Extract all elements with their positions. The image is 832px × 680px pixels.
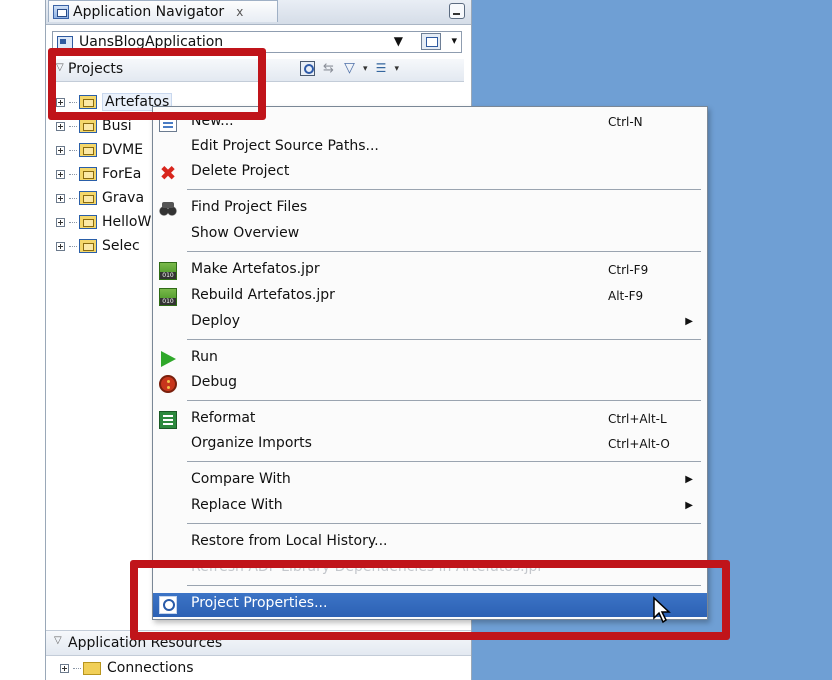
application-icon — [57, 35, 73, 49]
project-label: Selec — [102, 238, 140, 254]
expand-icon[interactable] — [60, 663, 69, 673]
menu-item-make[interactable]: Make Artefatos.jpr Ctrl-F9 — [153, 259, 707, 283]
application-menu-button[interactable] — [421, 33, 441, 50]
expand-icon[interactable] — [56, 241, 65, 251]
expand-icon[interactable] — [56, 169, 65, 179]
panel-titlebar: Application Navigator x — [46, 0, 471, 25]
submenu-arrow-icon: ▶ — [685, 500, 693, 511]
project-label: HelloW — [102, 214, 152, 230]
tab-close-icon[interactable]: x — [236, 5, 243, 19]
highlight-box-projects — [48, 48, 266, 120]
project-folder-icon — [79, 215, 97, 229]
filter-dropdown-icon[interactable]: ▾ — [363, 64, 368, 74]
expand-icon[interactable] — [56, 193, 65, 203]
menu-separator — [187, 251, 701, 252]
menu-item-compare-with[interactable]: Compare With ▶ — [153, 469, 707, 493]
menu-separator — [187, 339, 701, 340]
menu-item-reformat[interactable]: Reformat Ctrl+Alt-L — [153, 408, 707, 432]
menu-item-restore-local-history[interactable]: Restore from Local History... — [153, 531, 707, 555]
menu-item-replace-with[interactable]: Replace With ▶ — [153, 495, 707, 519]
menu-separator — [187, 461, 701, 462]
project-folder-icon — [79, 191, 97, 205]
find-icon[interactable] — [300, 61, 315, 76]
binoculars-icon — [159, 200, 177, 218]
sort-dropdown-icon[interactable]: ▾ — [395, 64, 400, 74]
reformat-icon — [159, 411, 177, 429]
connections-label: Connections — [107, 660, 194, 676]
debug-icon — [159, 375, 177, 393]
project-folder-icon — [79, 167, 97, 181]
application-navigator-tab[interactable]: Application Navigator x — [48, 0, 278, 22]
menu-separator — [187, 189, 701, 190]
minimize-button[interactable] — [449, 3, 465, 19]
run-icon — [159, 350, 177, 368]
application-icon — [53, 4, 69, 19]
menu-item-edit-source-paths[interactable]: Edit Project Source Paths... — [153, 136, 707, 160]
tree-item-connections[interactable]: Connections — [60, 660, 194, 676]
sort-icon[interactable]: ☰ — [374, 61, 389, 76]
filter-icon[interactable]: ▽ — [342, 61, 357, 76]
menu-separator — [187, 400, 701, 401]
menu-separator — [187, 523, 701, 524]
project-folder-icon — [79, 239, 97, 253]
menu-item-show-overview[interactable]: Show Overview — [153, 223, 707, 247]
menu-item-organize-imports[interactable]: Organize Imports Ctrl+Alt-O — [153, 433, 707, 457]
make-icon — [159, 262, 177, 280]
submenu-arrow-icon: ▶ — [685, 316, 693, 327]
project-label: ForEa — [102, 166, 142, 182]
sync-icon[interactable]: ⇆ — [321, 61, 336, 76]
project-label: DVME — [102, 142, 144, 158]
project-folder-icon — [79, 143, 97, 157]
highlight-box-project-properties — [130, 560, 730, 640]
expand-icon[interactable] — [56, 145, 65, 155]
dropdown-arrow-icon[interactable]: ▼ — [394, 34, 403, 48]
menu-item-debug[interactable]: Debug — [153, 372, 707, 396]
menu-item-rebuild[interactable]: Rebuild Artefatos.jpr Alt-F9 — [153, 285, 707, 309]
chevron-down-icon[interactable]: ▾ — [451, 34, 457, 47]
tab-title: Application Navigator — [73, 3, 225, 20]
expand-icon[interactable] — [56, 217, 65, 227]
project-label: Grava — [102, 190, 145, 206]
submenu-arrow-icon: ▶ — [685, 474, 693, 485]
expand-icon[interactable] — [56, 121, 65, 131]
menu-item-delete-project[interactable]: ✖ Delete Project — [153, 161, 707, 185]
folder-icon — [83, 661, 101, 675]
menu-item-deploy[interactable]: Deploy ▶ — [153, 311, 707, 335]
collapse-triangle-icon[interactable]: ▽ — [54, 635, 62, 646]
menu-item-find-project-files[interactable]: Find Project Files — [153, 197, 707, 221]
project-folder-icon — [79, 119, 97, 133]
menu-item-run[interactable]: Run — [153, 347, 707, 371]
project-label: Busi — [102, 118, 132, 134]
delete-icon: ✖ — [159, 161, 177, 185]
project-context-menu: New... Ctrl-N Edit Project Source Paths.… — [152, 106, 708, 620]
rebuild-icon — [159, 288, 177, 306]
